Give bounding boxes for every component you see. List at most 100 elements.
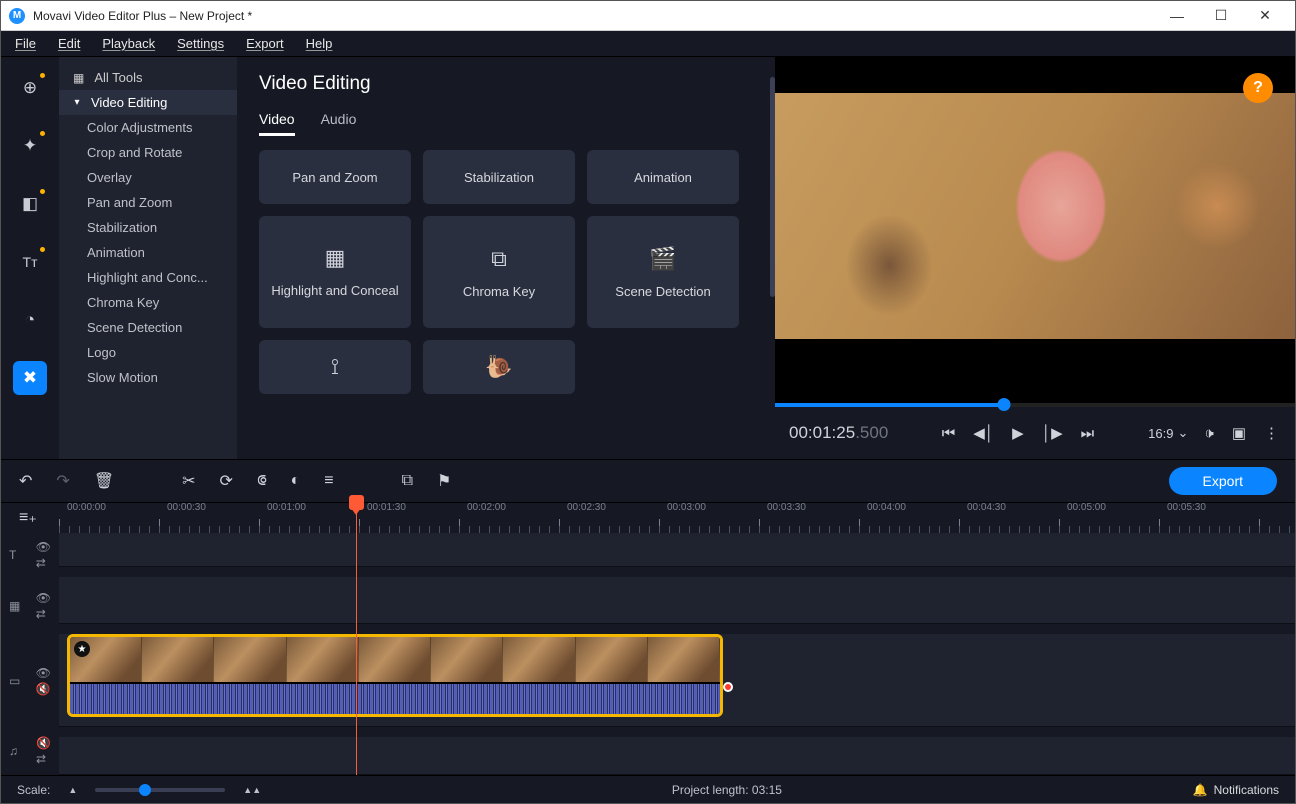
star-icon: ★ bbox=[74, 641, 90, 657]
menu-help[interactable]: Help bbox=[306, 36, 333, 51]
preview-seekbar[interactable] bbox=[775, 403, 1295, 407]
overlay-lane[interactable] bbox=[59, 577, 1295, 624]
card-chroma-key[interactable]: ⧉ Chroma Key bbox=[423, 216, 575, 328]
eye-icon[interactable]: 👁 bbox=[36, 540, 51, 554]
scale-label: Scale: bbox=[17, 783, 50, 797]
eye-icon[interactable]: 👁 bbox=[36, 666, 51, 680]
timeline-ruler[interactable]: ≡₊ 00:00:00 00:00:30 00:01:00 00:01:30 0… bbox=[1, 503, 1295, 533]
sidebar-item-overlay[interactable]: Overlay bbox=[59, 165, 237, 190]
menu-file[interactable]: File bbox=[15, 36, 36, 51]
track-head-titles[interactable]: T 👁⇄ bbox=[1, 533, 59, 577]
sidebar-item-logo[interactable]: Logo bbox=[59, 340, 237, 365]
sidebar-item-stabilization[interactable]: Stabilization bbox=[59, 215, 237, 240]
sidebar-item-slow-motion[interactable]: Slow Motion bbox=[59, 365, 237, 390]
play-button[interactable]: ▶ bbox=[1010, 424, 1026, 442]
step-fwd-button[interactable]: │▶ bbox=[1040, 424, 1065, 442]
card-pan-zoom[interactable]: Pan and Zoom bbox=[259, 150, 411, 204]
cut-button[interactable]: ✂ bbox=[182, 471, 195, 491]
aspect-ratio-selector[interactable]: 16:9 ⌄ bbox=[1148, 425, 1188, 441]
video-track-icon: ▭ bbox=[9, 674, 20, 688]
video-clip[interactable]: ★ bbox=[67, 634, 723, 717]
rail-tools-button[interactable]: ✖ bbox=[13, 361, 47, 395]
next-clip-button[interactable]: ⏭ bbox=[1079, 425, 1097, 442]
card-extra-1[interactable]: ⟟ bbox=[259, 340, 411, 394]
adjust-button[interactable]: ≡ bbox=[324, 472, 333, 490]
card-scene-detection[interactable]: 🎬 Scene Detection bbox=[587, 216, 739, 328]
menu-export[interactable]: Export bbox=[246, 36, 284, 51]
project-length: Project length: 03:15 bbox=[279, 783, 1175, 797]
titles-lane[interactable] bbox=[59, 533, 1295, 567]
sidebar-item-crop-rotate[interactable]: Crop and Rotate bbox=[59, 140, 237, 165]
rail-panel-button[interactable]: ◧ bbox=[13, 187, 47, 221]
track-lanes[interactable]: ★ bbox=[59, 533, 1295, 775]
menu-edit[interactable]: Edit bbox=[58, 36, 80, 51]
sidebar: ▦ All Tools ▾ Video Editing Color Adjust… bbox=[59, 57, 237, 459]
record-button[interactable]: ⧉ bbox=[402, 472, 413, 490]
snapshot-button[interactable]: ▣ bbox=[1230, 424, 1248, 442]
scale-knob[interactable] bbox=[139, 784, 151, 796]
clip-end-handle[interactable] bbox=[723, 682, 733, 692]
card-stabilization[interactable]: Stabilization bbox=[423, 150, 575, 204]
rail-text-button[interactable]: Tᴛ bbox=[13, 245, 47, 279]
audio-lane[interactable] bbox=[59, 737, 1295, 775]
track-heads: T 👁⇄ ▦ 👁⇄ ▭ 👁🔇 ♫ 🔇⇄ bbox=[1, 533, 59, 775]
color-button[interactable]: ◐ bbox=[291, 472, 301, 490]
eye-icon[interactable]: 👁 bbox=[36, 591, 51, 605]
menu-playback[interactable]: Playback bbox=[102, 36, 155, 51]
sidebar-item-color-adjustments[interactable]: Color Adjustments bbox=[59, 115, 237, 140]
stamp-icon: ⟟ bbox=[331, 354, 339, 380]
redo-button[interactable]: ↷ bbox=[56, 471, 69, 491]
tab-video[interactable]: Video bbox=[259, 111, 295, 136]
link-icon[interactable]: ⇄ bbox=[36, 752, 51, 766]
scale-slider[interactable] bbox=[95, 788, 225, 792]
menu-settings[interactable]: Settings bbox=[177, 36, 224, 51]
step-back-button[interactable]: ◀│ bbox=[971, 424, 996, 442]
card-highlight-conceal[interactable]: ▦ Highlight and Conceal bbox=[259, 216, 411, 328]
card-animation[interactable]: Animation bbox=[587, 150, 739, 204]
zoom-in-button[interactable]: ▲▲ bbox=[243, 785, 261, 795]
more-button[interactable]: ⋮ bbox=[1262, 424, 1281, 442]
maximize-button[interactable]: ☐ bbox=[1199, 1, 1243, 31]
rail-wand-button[interactable]: ✦ bbox=[13, 129, 47, 163]
delete-button[interactable]: 🗑 bbox=[94, 471, 114, 491]
link-icon[interactable]: ⇄ bbox=[36, 556, 51, 570]
zoom-out-button[interactable]: ▲ bbox=[68, 785, 77, 795]
rotate-button[interactable]: ⟳ bbox=[220, 471, 233, 491]
ruler-scale: 00:00:00 00:00:30 00:01:00 00:01:30 00:0… bbox=[59, 503, 1295, 533]
snail-icon: 🐌 bbox=[485, 354, 512, 380]
sidebar-item-highlight-conceal[interactable]: Highlight and Conc... bbox=[59, 265, 237, 290]
volume-button[interactable]: 🕩 bbox=[1202, 425, 1215, 442]
mute-icon[interactable]: 🔇 bbox=[36, 682, 51, 696]
seek-knob[interactable] bbox=[997, 398, 1010, 411]
video-viewport[interactable] bbox=[775, 57, 1295, 403]
prev-clip-button[interactable]: ⏮ bbox=[940, 425, 958, 442]
notifications-button[interactable]: 🔔 Notifications bbox=[1193, 783, 1279, 797]
crop-button[interactable]: ⟃ bbox=[257, 472, 267, 490]
track-head-video[interactable]: ▭ 👁 🔇 bbox=[1, 634, 59, 727]
sidebar-item-animation[interactable]: Animation bbox=[59, 240, 237, 265]
track-head-overlay[interactable]: ▦ 👁⇄ bbox=[1, 577, 59, 634]
video-lane[interactable]: ★ bbox=[59, 634, 1295, 727]
sidebar-item-chroma-key[interactable]: Chroma Key bbox=[59, 290, 237, 315]
grid-icon: ▦ bbox=[73, 71, 84, 85]
sidebar-item-scene-detection[interactable]: Scene Detection bbox=[59, 315, 237, 340]
sidebar-all-tools[interactable]: ▦ All Tools bbox=[59, 65, 237, 90]
close-button[interactable]: ✕ bbox=[1243, 1, 1287, 31]
link-icon[interactable]: ⇄ bbox=[36, 607, 51, 621]
sidebar-label: All Tools bbox=[94, 70, 142, 85]
help-button[interactable]: ? bbox=[1243, 73, 1273, 103]
marker-button[interactable]: ⚑ bbox=[437, 471, 451, 491]
rail-moon-button[interactable]: ◔ bbox=[13, 303, 47, 337]
rail-add-button[interactable]: ⊕ bbox=[13, 71, 47, 105]
sidebar-video-editing[interactable]: ▾ Video Editing bbox=[59, 90, 237, 115]
export-button[interactable]: Export bbox=[1169, 467, 1277, 495]
sidebar-item-pan-zoom[interactable]: Pan and Zoom bbox=[59, 190, 237, 215]
add-track-button[interactable]: ≡₊ bbox=[19, 507, 37, 527]
tab-audio[interactable]: Audio bbox=[321, 111, 357, 136]
minimize-button[interactable]: — bbox=[1155, 1, 1199, 31]
track-head-audio[interactable]: ♫ 🔇⇄ bbox=[1, 727, 59, 775]
mute-icon[interactable]: 🔇 bbox=[36, 736, 51, 750]
video-frame bbox=[775, 93, 1295, 339]
undo-button[interactable]: ↶ bbox=[19, 471, 32, 491]
card-extra-2[interactable]: 🐌 bbox=[423, 340, 575, 394]
